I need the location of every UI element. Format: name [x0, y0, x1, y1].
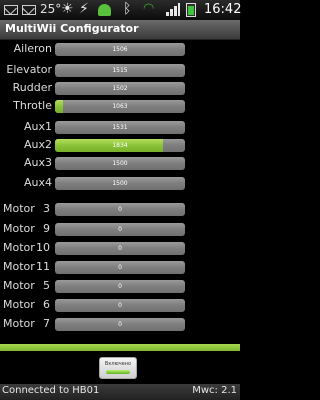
motor-number: 3	[43, 202, 50, 215]
channel-bar: 1531	[55, 121, 185, 134]
motor-number: 6	[43, 298, 50, 311]
channel-bar: 1500	[55, 177, 185, 190]
channel-bar: 1834	[55, 139, 185, 152]
channel-label: Aux2	[23, 138, 52, 151]
enable-toggle-button[interactable]: Включено	[99, 357, 137, 379]
channel-label: Aux4	[23, 176, 52, 189]
channel-bar: 1515	[55, 64, 185, 77]
wifi-icon: ◠	[143, 1, 155, 16]
motor-label: Motor	[3, 202, 35, 215]
motor-row: Motor 7 0	[0, 315, 240, 333]
channel-value: 1500	[112, 180, 128, 187]
channel-value: 1834	[112, 142, 128, 149]
motor-label: Motor	[3, 260, 35, 273]
motor-bar: 0	[55, 242, 185, 255]
status-bar: 25° ☀ ⚡ ᛒ ◠ 16:42	[0, 0, 242, 20]
channel-label: Elevator	[6, 63, 52, 76]
motor-value: 0	[118, 302, 122, 309]
channel-row-rudder: Rudder 1502	[0, 79, 240, 97]
channel-bar: 1063	[55, 100, 185, 113]
channel-value: 1063	[112, 103, 128, 110]
motor-label: Motor	[3, 279, 35, 292]
motor-value: 0	[118, 264, 122, 271]
battery-icon	[186, 3, 196, 17]
channel-label: Rudder	[12, 81, 52, 94]
version-label: Mwc: 2.1	[192, 385, 237, 396]
toggle-indicator	[106, 370, 130, 374]
motor-value: 0	[118, 206, 122, 213]
motor-number: 7	[43, 317, 50, 330]
motor-row: Motor 6 0	[0, 296, 240, 314]
title-bar: MultiWii Configurator	[0, 20, 240, 40]
temperature-text: 25°	[40, 2, 62, 16]
channel-bar: 1506	[55, 43, 185, 56]
motor-bar: 0	[55, 299, 185, 312]
clock: 16:42	[204, 2, 242, 17]
motor-number: 9	[43, 222, 50, 235]
channel-row-aileron: Aileron 1506	[0, 40, 240, 58]
channel-value: 1500	[112, 160, 128, 167]
channel-row-aux3: Aux3 1500	[0, 154, 240, 172]
motor-bar: 0	[55, 261, 185, 274]
motor-value: 0	[118, 226, 122, 233]
mail-icon	[22, 5, 36, 15]
motor-bar: 0	[55, 318, 185, 331]
motor-bar: 0	[55, 203, 185, 216]
toggle-label: Включено	[104, 361, 132, 367]
signal-icon	[166, 3, 180, 16]
bluetooth-icon: ᛒ	[123, 1, 132, 17]
channel-row-aux2: Aux2 1834	[0, 136, 240, 154]
connection-status: Connected to HB01	[2, 385, 100, 396]
channel-label: Aux3	[23, 156, 52, 169]
channel-value: 1502	[112, 85, 128, 92]
motor-number: 10	[36, 241, 50, 254]
channel-row-throttle: Throtle 1063	[0, 97, 240, 115]
usb-icon: ⚡	[79, 1, 89, 17]
channel-row-aux1: Aux1 1531	[0, 118, 240, 136]
motor-row: Motor 9 0	[0, 220, 240, 238]
channel-value: 1506	[112, 46, 128, 53]
channel-label: Throtle	[13, 99, 52, 112]
progress-strip	[0, 344, 240, 351]
motor-row: Motor 11 0	[0, 258, 240, 276]
channel-bar: 1502	[55, 82, 185, 95]
channel-row-aux4: Aux4 1500	[0, 174, 240, 192]
motor-row: Motor 10 0	[0, 239, 240, 257]
motor-label: Motor	[3, 222, 35, 235]
motor-bar: 0	[55, 280, 185, 293]
channel-row-elevator: Elevator 1515	[0, 61, 240, 79]
channel-bar: 1500	[55, 157, 185, 170]
motor-row: Motor 3 0	[0, 200, 240, 218]
android-icon	[98, 4, 111, 16]
channel-value: 1515	[112, 67, 128, 74]
motor-value: 0	[118, 321, 122, 328]
channel-value: 1531	[112, 124, 128, 131]
app-title: MultiWii Configurator	[5, 22, 139, 35]
motor-number: 11	[36, 260, 50, 273]
motor-number: 5	[43, 279, 50, 292]
motor-value: 0	[118, 283, 122, 290]
motor-bar: 0	[55, 223, 185, 236]
footer-bar: Connected to HB01 Mwc: 2.1	[0, 384, 240, 400]
channel-label: Aux1	[23, 120, 52, 133]
channel-label: Aileron	[13, 42, 52, 55]
sun-icon: ☀	[61, 1, 74, 17]
motor-label: Motor	[3, 317, 35, 330]
motor-label: Motor	[3, 241, 35, 254]
motor-value: 0	[118, 245, 122, 252]
mail-icon	[4, 5, 18, 15]
motor-row: Motor 5 0	[0, 277, 240, 295]
motor-label: Motor	[3, 298, 35, 311]
